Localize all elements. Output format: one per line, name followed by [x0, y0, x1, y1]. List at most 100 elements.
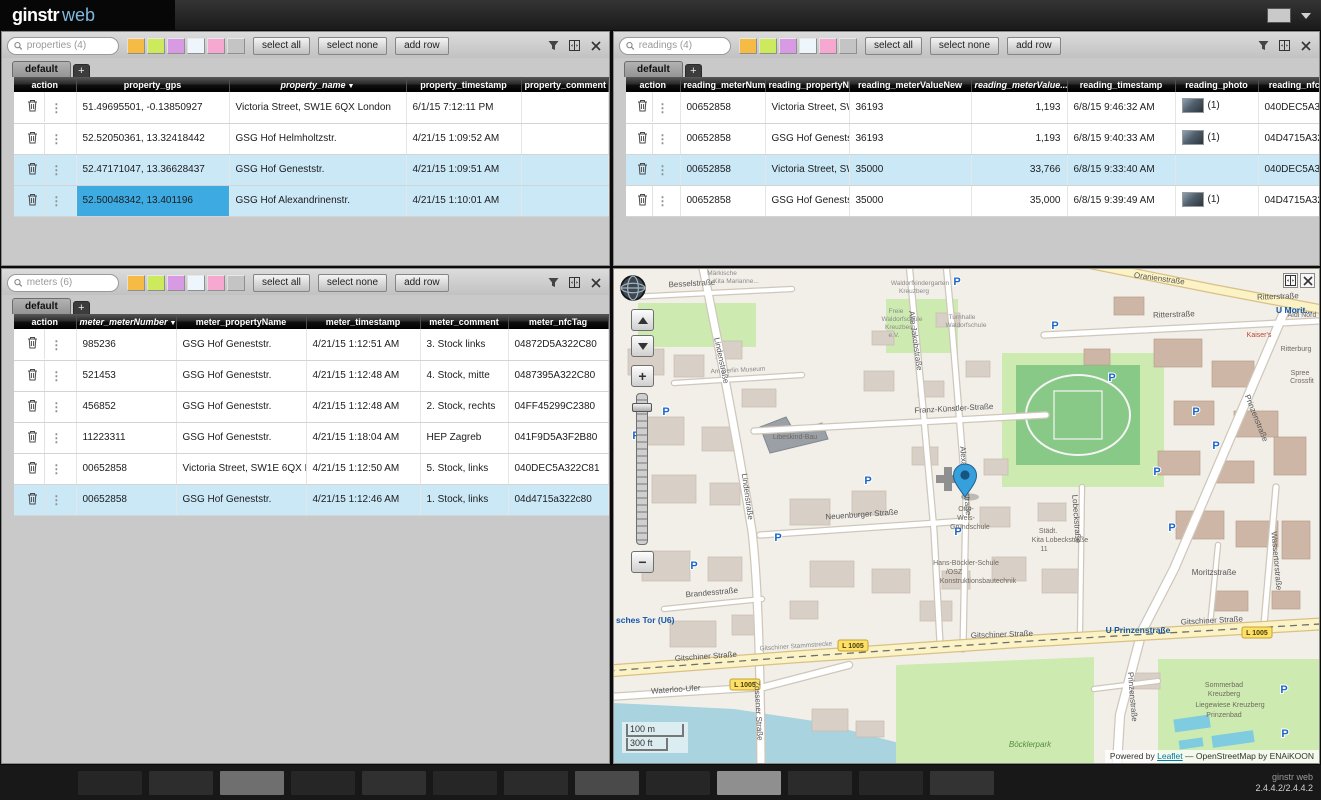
cell-meter-comment[interactable]: 4. Stock, mitte — [420, 360, 508, 391]
taskbar-item[interactable] — [717, 771, 781, 795]
column-header-meter-propertyname[interactable]: meter_propertyName — [176, 314, 306, 329]
photo-thumbnail[interactable] — [1182, 192, 1204, 207]
color-swatch[interactable] — [207, 275, 225, 291]
add-row-button[interactable]: add row — [395, 37, 449, 55]
cell-meter-propertyname[interactable]: Victoria Street, SW1E 6QX London — [176, 453, 306, 484]
cell-meter-timestamp[interactable]: 4/21/15 1:12:46 AM — [306, 484, 420, 515]
cell-meter-meternumber[interactable]: 11223311 — [76, 422, 176, 453]
filter-icon[interactable] — [1255, 38, 1272, 54]
taskbar-item[interactable] — [575, 771, 639, 795]
cell-property-comment[interactable] — [521, 123, 608, 154]
taskbar-item[interactable] — [291, 771, 355, 795]
cell-property-comment[interactable] — [521, 92, 608, 123]
topbar-widget[interactable] — [1267, 8, 1291, 23]
row-menu-button[interactable]: ⋮ — [45, 124, 68, 154]
row-menu-button[interactable]: ⋮ — [45, 361, 68, 391]
cell-reading-timestamp[interactable]: 6/8/15 9:40:33 AM — [1067, 123, 1175, 154]
cell-meter-nfctag[interactable]: 040DEC5A322C81 — [508, 453, 608, 484]
close-icon[interactable] — [1297, 38, 1314, 54]
cell-meter-comment[interactable]: 1. Stock, links — [420, 484, 508, 515]
filter-icon[interactable] — [545, 38, 562, 54]
color-swatch[interactable] — [819, 38, 837, 54]
color-swatch[interactable] — [839, 38, 857, 54]
table-row[interactable]: ⋮521453GSG Hof Geneststr.4/21/15 1:12:48… — [14, 360, 608, 391]
globe-button[interactable] — [620, 275, 646, 301]
row-menu-button[interactable]: ⋮ — [45, 392, 68, 422]
taskbar-item[interactable] — [149, 771, 213, 795]
cell-meter-comment[interactable]: 5. Stock, links — [420, 453, 508, 484]
close-icon[interactable] — [587, 38, 604, 54]
column-header-action[interactable]: action — [14, 77, 76, 92]
column-header-reading-propertyn[interactable]: reading_propertyN... — [765, 77, 849, 92]
meters-search-input[interactable] — [27, 277, 112, 288]
cell-meter-timestamp[interactable]: 4/21/15 1:18:04 AM — [306, 422, 420, 453]
cell-meter-timestamp[interactable]: 4/21/15 1:12:48 AM — [306, 360, 420, 391]
cell-meter-timestamp[interactable]: 4/21/15 1:12:51 AM — [306, 329, 420, 360]
add-row-button[interactable]: add row — [395, 274, 449, 292]
cell-meter-propertyname[interactable]: GSG Hof Geneststr. — [176, 329, 306, 360]
cell-meter-propertyname[interactable]: GSG Hof Geneststr. — [176, 360, 306, 391]
cell-reading-metervalue[interactable]: 1,193 — [971, 123, 1067, 154]
cell-reading-meternum[interactable]: 00652858 — [680, 92, 765, 123]
table-row[interactable]: ⋮ 00652858Victoria Street, SW1E 6QX Londo… — [14, 453, 608, 484]
table-row[interactable]: ⋮00652858Victoria Street, SW1...361931,1… — [626, 92, 1319, 123]
color-swatch[interactable] — [127, 38, 145, 54]
add-row-button[interactable]: add row — [1007, 37, 1061, 55]
cell-meter-nfctag[interactable]: 0487395A322C80 — [508, 360, 608, 391]
row-menu-button[interactable]: ⋮ — [45, 329, 68, 359]
column-header-reading-metervaluenew[interactable]: reading_meterValueNew — [849, 77, 971, 92]
delete-row-button[interactable] — [22, 92, 45, 122]
properties-search-input[interactable] — [27, 40, 112, 51]
tab-default[interactable]: default — [624, 61, 683, 77]
map-canvas[interactable]: PPPPPPPPPPPPPPPL 1005L 1005L 1005 Bessel… — [614, 269, 1319, 763]
layout-split-icon[interactable] — [566, 275, 583, 291]
color-swatch[interactable] — [759, 38, 777, 54]
close-icon[interactable] — [587, 275, 604, 291]
color-swatch[interactable] — [127, 275, 145, 291]
taskbar-item[interactable] — [78, 771, 142, 795]
cell-reading-nfc[interactable]: 040DEC5A322... — [1258, 154, 1319, 185]
photo-thumbnail[interactable] — [1182, 98, 1204, 113]
row-menu-button[interactable]: ⋮ — [45, 485, 68, 515]
table-row[interactable]: ⋮52.52050361, 13.32418442GSG Hof Helmhol… — [14, 123, 608, 154]
cell-meter-meternumber[interactable]: 00652858 — [76, 453, 176, 484]
delete-row-button[interactable] — [22, 155, 45, 185]
row-menu-button[interactable]: ⋮ — [653, 124, 673, 154]
delete-row-button[interactable] — [633, 155, 653, 185]
select-all-button[interactable]: select all — [253, 274, 310, 292]
cell-reading-propertyn[interactable]: Victoria Street, SW1... — [765, 92, 849, 123]
column-header-meter-comment[interactable]: meter_comment — [420, 314, 508, 329]
color-swatch[interactable] — [187, 38, 205, 54]
cell-property-timestamp[interactable]: 4/21/15 1:09:51 AM — [406, 154, 521, 185]
cell-meter-nfctag[interactable]: 04FF45299C2380 — [508, 391, 608, 422]
zoom-in-button[interactable]: + — [631, 365, 654, 387]
row-menu-button[interactable]: ⋮ — [653, 155, 673, 185]
zoom-slider-handle[interactable] — [632, 403, 652, 412]
cell-reading-timestamp[interactable]: 6/8/15 9:46:32 AM — [1067, 92, 1175, 123]
cell-property-timestamp[interactable]: 6/1/15 7:12:11 PM — [406, 92, 521, 123]
row-menu-button[interactable]: ⋮ — [45, 92, 68, 122]
cell-reading-nfc[interactable]: 04D4715A322... — [1258, 185, 1319, 216]
cell-property-gps[interactable]: 52.47171047, 13.36628437 — [76, 154, 229, 185]
pan-down-button[interactable] — [631, 335, 654, 357]
cell-reading-metervaluenew[interactable]: 36193 — [849, 123, 971, 154]
row-menu-button[interactable]: ⋮ — [45, 155, 68, 185]
color-swatch[interactable] — [147, 275, 165, 291]
cell-reading-metervaluenew[interactable]: 36193 — [849, 92, 971, 123]
cell-meter-propertyname[interactable]: GSG Hof Geneststr. — [176, 484, 306, 515]
cell-property-timestamp[interactable]: 4/21/15 1:10:01 AM — [406, 185, 521, 216]
cell-reading-photo[interactable] — [1175, 154, 1258, 185]
row-menu-button[interactable]: ⋮ — [45, 454, 68, 484]
color-swatch[interactable] — [779, 38, 797, 54]
table-row[interactable]: ⋮985236GSG Hof Geneststr.4/21/15 1:12:51… — [14, 329, 608, 360]
close-icon[interactable] — [1300, 273, 1315, 288]
cell-reading-metervalue[interactable]: 1,193 — [971, 92, 1067, 123]
column-header-property-timestamp[interactable]: property_timestamp — [406, 77, 521, 92]
add-tab-button[interactable]: + — [73, 64, 90, 77]
select-none-button[interactable]: select none — [318, 37, 387, 55]
table-row[interactable]: ⋮11223311GSG Hof Geneststr.4/21/15 1:18:… — [14, 422, 608, 453]
table-row[interactable]: ⋮456852GSG Hof Geneststr.4/21/15 1:12:48… — [14, 391, 608, 422]
cell-property-gps[interactable]: 52.50048342, 13.401196 — [76, 185, 229, 216]
taskbar-item[interactable] — [930, 771, 994, 795]
cell-meter-nfctag[interactable]: 04d4715a322c80 — [508, 484, 608, 515]
